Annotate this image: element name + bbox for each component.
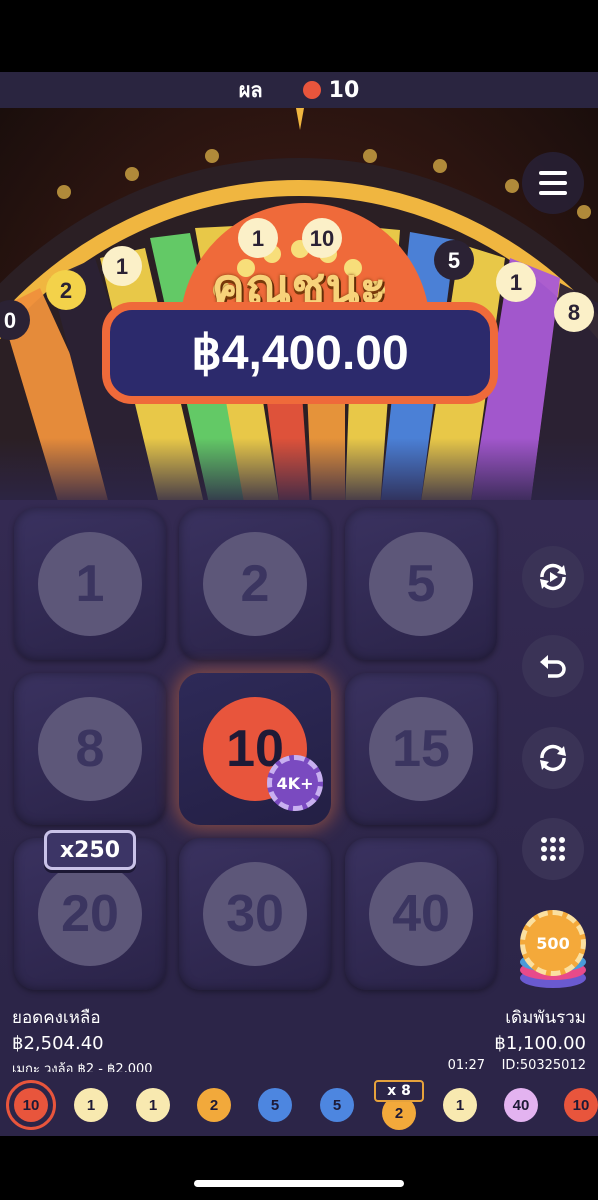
menu-icon xyxy=(539,171,567,175)
history-item: 1 xyxy=(74,1088,108,1122)
bet-tile-15[interactable]: 15 xyxy=(345,673,497,825)
bet-tile-5[interactable]: 5 xyxy=(345,508,497,660)
placed-bet-chip: 4K+ xyxy=(267,755,323,811)
chip-500: 500 xyxy=(520,910,586,976)
chip-selector[interactable]: 500 xyxy=(518,910,588,990)
tile-number: 40 xyxy=(369,862,473,966)
tile-number: 2 xyxy=(203,532,307,636)
history-multiplier-badge: x 8 xyxy=(374,1080,424,1102)
tile-number: 1 xyxy=(38,532,142,636)
keypad-button[interactable] xyxy=(522,818,584,880)
history-item: 5 xyxy=(258,1088,292,1122)
result-bar: ผล 10 xyxy=(0,72,598,108)
round-id: ID:50325012 xyxy=(501,1058,586,1073)
tile-number: 15 xyxy=(369,697,473,801)
history-item: 1 xyxy=(136,1088,170,1122)
auto-spin-icon xyxy=(540,563,566,591)
tile-number: 8 xyxy=(38,697,142,801)
bet-tile-40[interactable]: 40 xyxy=(345,838,497,990)
history-item: 40 xyxy=(504,1088,538,1122)
repeat-button[interactable] xyxy=(522,727,584,789)
result-history: 10 1 1 2 5 5 2 1 40 10 xyxy=(0,1072,598,1136)
menu-button[interactable] xyxy=(522,152,584,214)
round-time: 01:27 xyxy=(447,1058,486,1073)
undo-icon xyxy=(540,655,566,678)
bet-tile-30[interactable]: 30 xyxy=(179,838,331,990)
history-item: 2 xyxy=(197,1088,231,1122)
bet-tile-2[interactable]: 2 xyxy=(179,508,331,660)
history-item: 1 xyxy=(443,1088,477,1122)
balance-label: ยอดคงเหลือ xyxy=(12,1008,101,1028)
tile-number: 5 xyxy=(369,532,473,636)
history-item: 10 xyxy=(564,1088,598,1122)
tile-number: 30 xyxy=(203,862,307,966)
bet-tile-8[interactable]: 8 xyxy=(14,673,166,825)
result-value: 10 xyxy=(328,77,360,103)
result-label: ผล xyxy=(238,78,263,102)
total-bet-value: ฿1,100.00 xyxy=(494,1033,586,1054)
balance-value: ฿2,504.40 xyxy=(12,1033,104,1054)
win-amount: ฿4,400.00 xyxy=(191,327,409,380)
bet-tile-1[interactable]: 1 xyxy=(14,508,166,660)
keypad-icon xyxy=(541,837,565,861)
bet-tile-10[interactable]: 10 4K+ xyxy=(179,673,331,825)
history-item: 10 xyxy=(14,1088,48,1122)
result-indicator: 10 xyxy=(302,77,360,103)
info-panel: ยอดคงเหลือ ฿2,504.40 เมกะ วงล้อ ฿2 - ฿2,… xyxy=(0,1000,598,1077)
tile-number: 20 xyxy=(38,862,142,966)
auto-spin-button[interactable] xyxy=(522,546,584,608)
win-amount-banner: ฿4,400.00 xyxy=(102,302,498,404)
undo-button[interactable] xyxy=(522,635,584,697)
result-dot-icon xyxy=(302,81,321,99)
history-item: 5 xyxy=(320,1088,354,1122)
total-bet-label: เดิมพันรวม xyxy=(505,1008,586,1028)
repeat-icon xyxy=(540,744,566,772)
bottom-bar xyxy=(0,1136,598,1200)
home-indicator[interactable] xyxy=(194,1180,404,1187)
multiplier-tag: x250 xyxy=(44,830,136,870)
game-screen: ผล 10 0 2 1 1 10 5 1 8 คุณชนะ ฿4,400.00 … xyxy=(0,0,598,1200)
